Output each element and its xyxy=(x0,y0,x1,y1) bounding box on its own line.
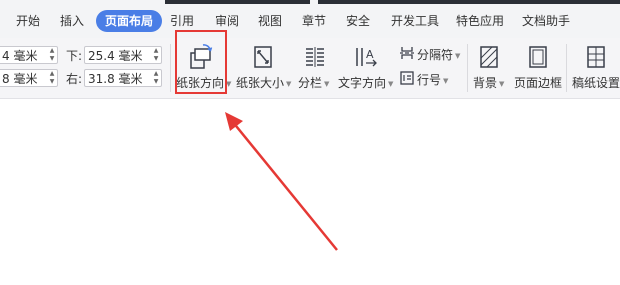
arrow-shaft xyxy=(231,120,338,251)
annotation-arrow xyxy=(225,112,338,251)
arrow-head xyxy=(225,112,243,131)
